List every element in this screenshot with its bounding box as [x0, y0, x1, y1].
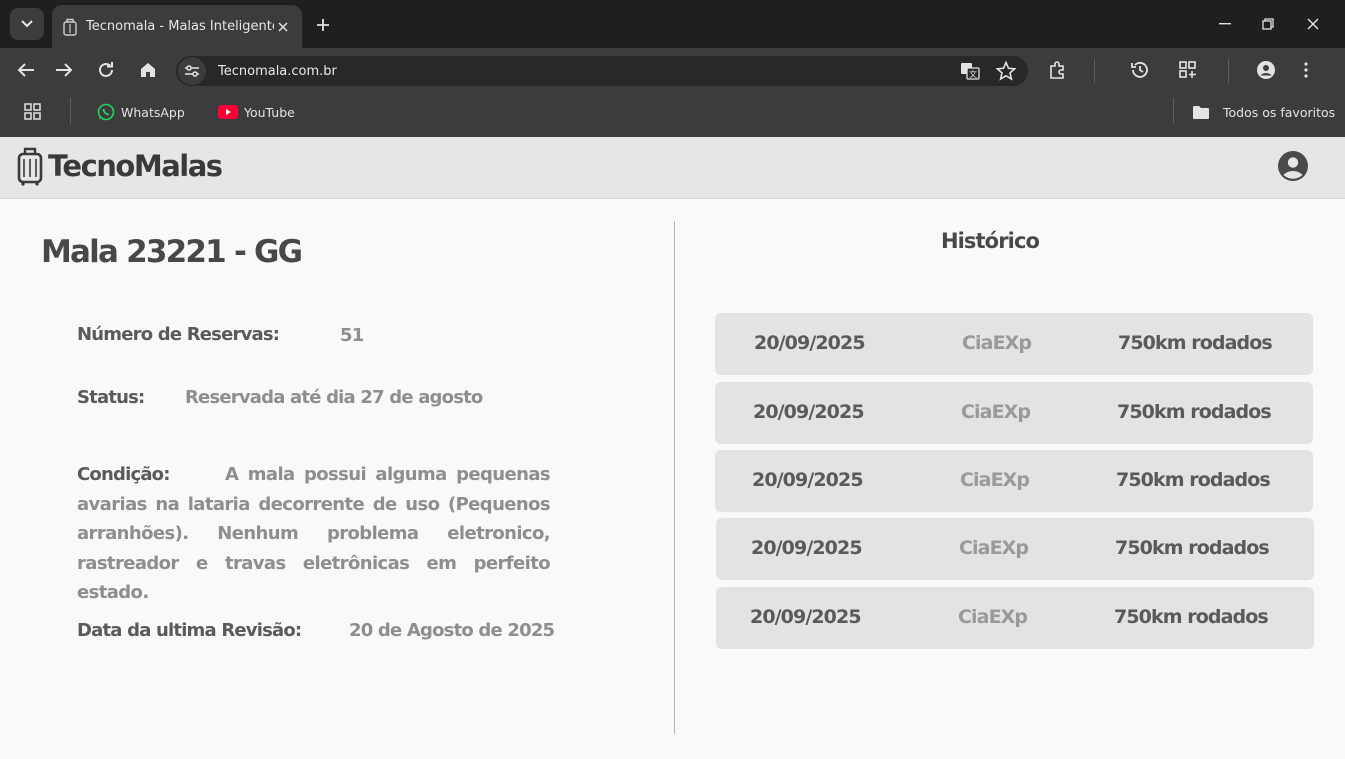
reservas-label: Número de Reservas: [77, 324, 280, 345]
bookmark-label: YouTube [244, 104, 295, 120]
history-company: CiaEXp [959, 537, 1029, 559]
history-row[interactable]: 20/09/2025 CiaEXp 750km rodados [715, 450, 1313, 512]
all-bookmarks-button[interactable]: Todos os favoritos [1192, 100, 1335, 124]
suitcase-logo-icon [17, 147, 43, 186]
chevron-down-icon [21, 20, 33, 28]
history-row[interactable]: 20/09/2025 CiaEXp 750km rodados [715, 382, 1313, 444]
tab-search-button[interactable] [10, 8, 44, 40]
history-km: 750km rodados [1118, 332, 1273, 354]
history-row[interactable]: 20/09/2025 CiaEXp 750km rodados [716, 518, 1314, 580]
condicao-block: Condição: A mala possui alguma pequenas … [77, 460, 551, 608]
account-icon[interactable] [1277, 150, 1309, 182]
status-label: Status: [77, 387, 145, 408]
folder-icon [1193, 105, 1209, 119]
history-icon[interactable] [1126, 56, 1154, 84]
site-settings-icon[interactable] [178, 57, 206, 85]
history-row[interactable]: 20/09/2025 CiaEXp 750km rodados [716, 587, 1314, 649]
whatsapp-icon [97, 103, 115, 121]
suitcase-favicon-icon [63, 18, 77, 36]
bookmark-separator [70, 98, 71, 124]
history-date: 20/09/2025 [752, 469, 864, 491]
reload-icon[interactable] [92, 56, 120, 84]
bookmark-youtube[interactable]: YouTube [218, 100, 295, 124]
translate-icon[interactable]: 文 [956, 57, 984, 85]
forward-icon[interactable] [50, 56, 78, 84]
history-date: 20/09/2025 [753, 401, 865, 423]
history-company: CiaEXp [961, 401, 1031, 423]
history-km: 750km rodados [1117, 401, 1272, 423]
new-tab-icon[interactable] [310, 12, 336, 38]
logo-text: TecnoMalas [48, 149, 223, 183]
tab-active[interactable]: Tecnomala - Malas Inteligentes [52, 5, 302, 48]
bookmarks-bar [0, 92, 1345, 137]
condicao-label: Condição: [77, 464, 170, 485]
reservas-value: 51 [340, 325, 364, 346]
extensions-icon[interactable] [1044, 56, 1072, 84]
bookmark-label: WhatsApp [121, 104, 185, 120]
history-row[interactable]: 20/09/2025 CiaEXp 750km rodados [715, 313, 1313, 375]
svg-text:文: 文 [969, 69, 977, 79]
back-icon[interactable] [12, 56, 40, 84]
revisao-value: 20 de Agosto de 2025 [349, 620, 555, 641]
youtube-icon [218, 105, 238, 119]
status-value: Reservada até dia 27 de agosto [185, 387, 483, 408]
history-date: 20/09/2025 [754, 332, 866, 354]
address-bar[interactable]: Tecnomala.com.br 文 [176, 56, 1028, 86]
bookmark-whatsapp[interactable]: WhatsApp [97, 100, 185, 124]
all-bookmarks-label: Todos os favoritos [1223, 104, 1336, 120]
historico-title: Histórico [940, 229, 1040, 253]
home-icon[interactable] [134, 56, 162, 84]
tab-title: Tecnomala - Malas Inteligentes [86, 19, 274, 34]
close-window-icon[interactable] [1299, 10, 1327, 38]
revisao-label: Data da ultima Revisão: [77, 620, 302, 641]
tab-groups-icon[interactable] [1174, 56, 1202, 84]
history-km: 750km rodados [1114, 606, 1269, 628]
apps-grid-icon[interactable] [24, 100, 42, 124]
restore-icon[interactable] [1254, 10, 1282, 38]
bookmark-star-icon[interactable] [992, 57, 1020, 85]
profile-icon[interactable] [1252, 56, 1280, 84]
toolbar-separator [1094, 59, 1095, 83]
history-company: CiaEXp [962, 332, 1032, 354]
history-date: 20/09/2025 [750, 606, 862, 628]
minimize-icon[interactable] [1211, 10, 1239, 38]
history-company: CiaEXp [960, 469, 1030, 491]
history-km: 750km rodados [1116, 469, 1271, 491]
column-divider [674, 221, 675, 734]
site-logo[interactable]: TecnoMalas [16, 144, 223, 188]
close-tab-icon[interactable] [274, 18, 292, 36]
history-company: CiaEXp [958, 606, 1028, 628]
toolbar-separator [1228, 59, 1229, 83]
history-km: 750km rodados [1115, 537, 1270, 559]
page-title: Mala 23221 - GG [41, 234, 303, 270]
url-text[interactable]: Tecnomala.com.br [218, 64, 956, 79]
history-date: 20/09/2025 [751, 537, 863, 559]
menu-kebab-icon[interactable] [1292, 56, 1320, 84]
bookmark-separator [1173, 98, 1174, 124]
